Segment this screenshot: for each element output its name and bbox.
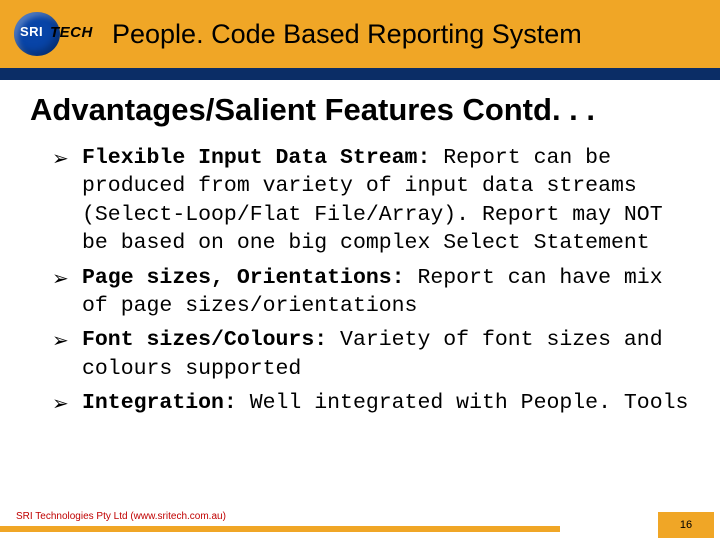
page-number: 16 bbox=[680, 519, 692, 531]
bullet-lead: Flexible Input Data Stream: bbox=[82, 146, 430, 170]
content-area: Advantages/Salient Features Contd. . . F… bbox=[0, 80, 720, 417]
bullet-list: Flexible Input Data Stream: Report can b… bbox=[30, 144, 692, 417]
footer-bar bbox=[0, 526, 560, 532]
bullet-body: Well integrated with People. Tools bbox=[237, 391, 689, 415]
title-band: SRI TECH People. Code Based Reporting Sy… bbox=[0, 0, 720, 68]
page-heading: Advantages/Salient Features Contd. . . bbox=[30, 92, 692, 128]
logo-text-sri: SRI bbox=[20, 24, 43, 39]
slide-title: People. Code Based Reporting System bbox=[112, 19, 582, 50]
divider-bar bbox=[0, 68, 720, 80]
bullet-lead: Font sizes/Colours: bbox=[82, 328, 327, 352]
logo: SRI TECH bbox=[14, 12, 88, 56]
list-item: Font sizes/Colours: Variety of font size… bbox=[58, 326, 692, 383]
list-item: Page sizes, Orientations: Report can hav… bbox=[58, 264, 692, 321]
logo-text-tech: TECH bbox=[50, 24, 93, 41]
footer-text: SRI Technologies Pty Ltd (www.sritech.co… bbox=[16, 511, 226, 522]
bullet-lead: Integration: bbox=[82, 391, 237, 415]
page-number-box: 16 bbox=[658, 512, 714, 538]
slide: SRI TECH People. Code Based Reporting Sy… bbox=[0, 0, 720, 540]
list-item: Integration: Well integrated with People… bbox=[58, 389, 692, 417]
bullet-lead: Page sizes, Orientations: bbox=[82, 266, 405, 290]
list-item: Flexible Input Data Stream: Report can b… bbox=[58, 144, 692, 258]
